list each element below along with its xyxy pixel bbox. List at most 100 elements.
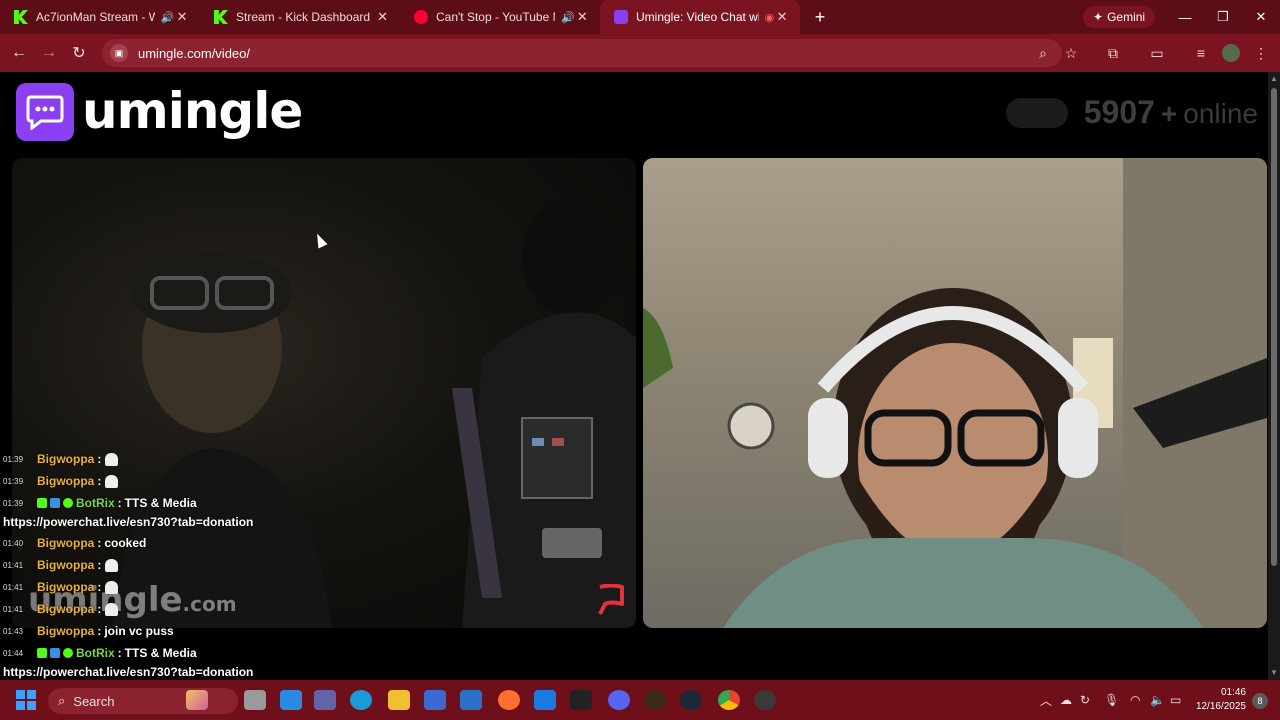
widgets-icon[interactable] <box>280 690 302 710</box>
bot-badge-icon <box>50 498 60 508</box>
back-button[interactable]: ← <box>4 38 34 68</box>
notification-badge[interactable]: 8 <box>1252 693 1268 709</box>
minimize-button[interactable]: — <box>1166 0 1204 34</box>
chevron-up-icon[interactable]: ︿ <box>1040 680 1052 720</box>
windows-start-icon[interactable] <box>16 690 36 710</box>
wifi-icon[interactable]: ◠ <box>1130 680 1140 720</box>
volume-icon[interactable]: 🔈 <box>1150 680 1165 720</box>
chat-separator: : <box>117 496 122 510</box>
scroll-up-icon[interactable]: ▲ <box>1270 74 1278 83</box>
game-app-icon[interactable] <box>644 690 666 710</box>
sync-icon[interactable]: ↻ <box>1080 680 1090 720</box>
profile-avatar[interactable] <box>1218 40 1244 66</box>
umingle-page: umingle 5907 + online umingle.com 01:39 … <box>0 72 1268 680</box>
mail-icon[interactable] <box>460 690 482 710</box>
theme-toggle[interactable] <box>1005 97 1068 128</box>
zoom-icon[interactable]: ⌕ <box>1030 40 1056 66</box>
chat-message: 01:40 Bigwoppa : cooked <box>3 536 146 550</box>
address-bar[interactable]: ▣ umingle.com/video/ <box>102 39 1062 67</box>
chat-time: 01:39 <box>3 498 24 508</box>
chat-username: Bigwoppa <box>37 452 95 466</box>
new-tab-button[interactable]: + <box>808 7 832 28</box>
tab-youtube-music[interactable]: Can't Stop - YouTube Music 🔊 ✕ <box>400 0 600 34</box>
chat-separator: : <box>97 536 102 550</box>
close-tab-icon[interactable]: ✕ <box>375 9 390 25</box>
store-icon[interactable] <box>424 690 446 710</box>
chat-username: Bigwoppa <box>37 602 95 616</box>
firefox-icon[interactable] <box>498 690 520 710</box>
gemini-label: Gemini <box>1107 10 1146 24</box>
gemini-button[interactable]: ✦ Gemini <box>1083 6 1156 28</box>
chat-time: 01:44 <box>3 648 24 658</box>
chrome-icon[interactable] <box>718 690 740 710</box>
close-tab-icon[interactable]: ✕ <box>575 9 590 25</box>
bot-badge-icon <box>50 648 60 658</box>
site-info-icon[interactable]: ▣ <box>110 44 128 62</box>
media-controls-icon[interactable]: ≡ <box>1188 40 1214 66</box>
extensions-icon[interactable]: ⧉ <box>1100 40 1126 66</box>
maximize-button[interactable]: ❐ <box>1204 0 1242 34</box>
chat-username: Bigwoppa <box>37 558 95 572</box>
close-tab-icon[interactable]: ✕ <box>174 9 190 25</box>
scroll-down-icon[interactable]: ▼ <box>1270 668 1278 677</box>
umingle-icon <box>614 10 628 24</box>
ghost-emote-icon <box>105 452 119 466</box>
scrollbar-thumb[interactable] <box>1271 88 1277 566</box>
battery-icon[interactable]: ▭ <box>1170 680 1181 720</box>
address-toolbar: ← → ↻ ▣ umingle.com/video/ <box>0 34 1280 72</box>
self-camera-video <box>643 158 1267 628</box>
edge-icon[interactable] <box>350 690 372 710</box>
chat-link: https://powerchat.live/esn730?tab=donati… <box>3 665 254 679</box>
teams-icon[interactable] <box>314 690 336 710</box>
speaker-icon[interactable]: 🔊 <box>161 11 175 24</box>
chat-text: join vc puss <box>104 624 174 638</box>
task-view-icon[interactable] <box>244 690 266 710</box>
taskbar-search[interactable]: ⌕ Search <box>48 688 238 714</box>
taskbar-clock[interactable]: 01:46 12/16/2025 <box>1196 686 1246 714</box>
chat-link: https://powerchat.live/esn730?tab=donati… <box>3 515 254 529</box>
chat-message: 01:39 BotRix : TTS & Media <box>3 496 197 510</box>
file-explorer-icon[interactable] <box>388 690 410 710</box>
dropbox-icon[interactable] <box>534 690 556 710</box>
chat-message: 01:39 Bigwoppa : <box>3 474 119 488</box>
chat-text: TTS & Media <box>124 646 197 660</box>
page-scrollbar[interactable]: ▲ ▼ <box>1268 72 1280 680</box>
bookmark-star-icon[interactable]: ☆ <box>1058 40 1084 66</box>
online-counter: 5907 + online <box>1005 94 1258 131</box>
chat-username: Bigwoppa <box>37 536 95 550</box>
discord-icon[interactable] <box>608 690 630 710</box>
chat-username: BotRix <box>76 646 115 660</box>
notion-icon[interactable] <box>570 690 592 710</box>
chat-separator: : <box>97 452 102 466</box>
speaker-icon[interactable]: 🔊 <box>561 11 575 24</box>
chat-message: 01:44 BotRix : TTS & Media <box>3 646 197 660</box>
tab-umingle[interactable]: Umingle: Video Chat with St ◉ ✕ <box>600 0 800 34</box>
steam-icon[interactable] <box>680 690 702 710</box>
menu-icon[interactable]: ⋮ <box>1248 40 1274 66</box>
widget-icon[interactable] <box>186 690 208 710</box>
kick-icon <box>214 10 228 24</box>
close-tab-icon[interactable]: ✕ <box>774 9 790 25</box>
chat-separator: : <box>97 624 102 638</box>
verified-badge-icon <box>63 498 73 508</box>
tab-title: Ac7ionMan Stream - Watch <box>36 10 155 24</box>
site-logo[interactable]: umingle <box>82 82 303 140</box>
report-flag-icon[interactable] <box>596 584 626 616</box>
forward-button[interactable]: → <box>34 38 64 68</box>
chat-separator: : <box>97 474 102 488</box>
chat-time: 01:43 <box>3 626 24 636</box>
split-view-icon[interactable]: ▭ <box>1144 40 1170 66</box>
onedrive-icon[interactable]: ☁ <box>1060 680 1072 720</box>
microphone-icon[interactable]: 🎙 <box>1104 680 1119 720</box>
tab-ac7ionman-stream[interactable]: Ac7ionMan Stream - Watch 🔊 ✕ <box>0 0 200 34</box>
chat-time: 01:41 <box>3 560 24 570</box>
reload-button[interactable]: ↻ <box>64 38 94 68</box>
tab-kick-dashboard[interactable]: Stream - Kick Dashboard ✕ <box>200 0 400 34</box>
obs-icon[interactable] <box>754 690 776 710</box>
recording-icon: ◉ <box>764 11 775 24</box>
tab-title: Umingle: Video Chat with St <box>636 10 759 24</box>
chat-bubble-icon[interactable] <box>16 83 74 141</box>
close-window-button[interactable]: ✕ <box>1242 0 1280 34</box>
chat-time: 01:41 <box>3 582 24 592</box>
chat-text: cooked <box>104 536 147 550</box>
